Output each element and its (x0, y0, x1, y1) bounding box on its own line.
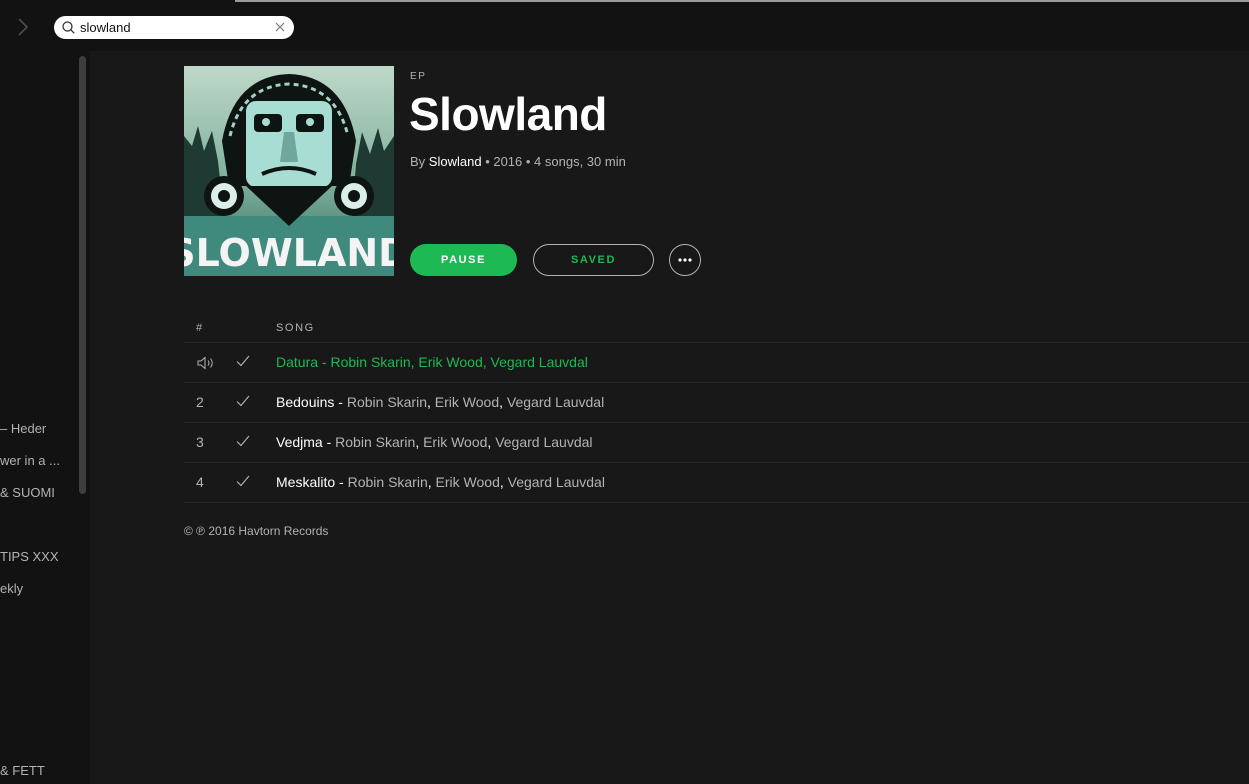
track-number: 2 (196, 394, 204, 410)
column-header-number: # (196, 322, 204, 334)
artist-link[interactable]: Slowland (429, 154, 482, 169)
track-title-line: Meskalito - Robin Skarin, Erik Wood, Veg… (276, 474, 605, 490)
track-title-line: Vedjma - Robin Skarin, Erik Wood, Vegard… (276, 434, 593, 450)
artist-separator: , (499, 474, 508, 490)
artist-separator: , (482, 354, 491, 370)
track-title-line: Datura - Robin Skarin, Erik Wood, Vegard… (276, 354, 588, 370)
track-row[interactable]: 3 Vedjma - Robin Skarin, Erik Wood, Vegar… (184, 422, 1249, 463)
track-number: 3 (196, 434, 204, 450)
album-type-label: EP (410, 71, 427, 82)
sidebar-playlist-item[interactable]: & SUOMI (0, 483, 76, 503)
track-row[interactable]: Datura - Robin Skarin, Erik Wood, Vegard… (184, 342, 1249, 383)
search-icon (62, 21, 75, 34)
check-icon[interactable] (236, 355, 250, 367)
search-input[interactable] (80, 19, 268, 36)
chevron-right-icon[interactable] (14, 17, 32, 37)
by-prefix: By (410, 154, 426, 169)
track-row[interactable]: 2 Bedouins - Robin Skarin, Erik Wood, Veg… (184, 382, 1249, 423)
track-artist-link[interactable]: Robin Skarin (335, 434, 415, 450)
search-box[interactable] (54, 16, 294, 39)
speaker-icon (197, 356, 213, 370)
track-artist-link[interactable]: Erik Wood (423, 434, 487, 450)
artist-separator: , (427, 474, 436, 490)
sidebar: – Heder wer in a ... & SUOMI TIPS XXX ekly & … (0, 51, 90, 784)
title-separator: - (318, 354, 331, 370)
pause-button[interactable]: PAUSE (410, 244, 517, 276)
track-title[interactable]: Bedouins (276, 394, 334, 410)
track-artist-link[interactable]: Erik Wood (418, 354, 482, 370)
loading-line (235, 0, 1249, 2)
track-number: 4 (196, 474, 204, 490)
track-artist-link[interactable]: Robin Skarin (348, 474, 428, 490)
album-meta: By Slowland • 2016 • 4 songs, 30 min (410, 154, 626, 169)
copyright-text: © ℗ 2016 Havtorn Records (184, 524, 329, 538)
track-title[interactable]: Datura (276, 354, 318, 370)
more-icon (678, 258, 692, 262)
sidebar-playlist-item[interactable]: wer in a ... (0, 451, 76, 471)
track-list-divider (184, 502, 1249, 503)
sidebar-playlist-item[interactable]: – Heder (0, 419, 76, 439)
track-title[interactable]: Meskalito (276, 474, 335, 490)
top-bar (0, 0, 1249, 51)
track-artist-link[interactable]: Vegard Lauvdal (495, 434, 592, 450)
track-title[interactable]: Vedjma (276, 434, 323, 450)
track-row[interactable]: 4 Meskalito - Robin Skarin, Erik Wood, Ve… (184, 462, 1249, 503)
track-artist-link[interactable]: Robin Skarin (330, 354, 410, 370)
sidebar-playlist-item[interactable]: & FETT (0, 761, 76, 781)
column-header-song[interactable]: SONG (276, 322, 315, 334)
sidebar-scrollbar[interactable] (79, 56, 86, 494)
track-artist-link[interactable]: Erik Wood (435, 394, 499, 410)
track-artist-link[interactable]: Vegard Lauvdal (491, 354, 588, 370)
more-button[interactable] (669, 244, 701, 276)
track-artist-link[interactable]: Erik Wood (436, 474, 500, 490)
check-icon[interactable] (236, 475, 250, 487)
track-artist-link[interactable]: Vegard Lauvdal (507, 394, 604, 410)
album-title: Slowland (409, 88, 607, 140)
title-separator: - (335, 474, 348, 490)
album-details: • 2016 • 4 songs, 30 min (485, 154, 626, 169)
check-icon[interactable] (236, 435, 250, 447)
track-artist-link[interactable]: Vegard Lauvdal (508, 474, 605, 490)
album-cover[interactable]: SLOWLAND (184, 66, 394, 276)
artist-separator: , (427, 394, 435, 410)
check-icon[interactable] (236, 395, 250, 407)
title-separator: - (322, 434, 336, 450)
sidebar-playlist-item[interactable]: ekly (0, 579, 76, 599)
clear-icon[interactable] (275, 22, 285, 32)
title-separator: - (334, 394, 347, 410)
saved-button[interactable]: SAVED (533, 244, 654, 276)
cover-text: SLOWLAND (184, 231, 394, 275)
track-title-line: Bedouins - Robin Skarin, Erik Wood, Vega… (276, 394, 604, 410)
artist-separator: , (415, 434, 424, 450)
track-artist-link[interactable]: Robin Skarin (347, 394, 427, 410)
sidebar-playlist-item[interactable]: TIPS XXX (0, 547, 76, 567)
artist-separator: , (499, 394, 507, 410)
